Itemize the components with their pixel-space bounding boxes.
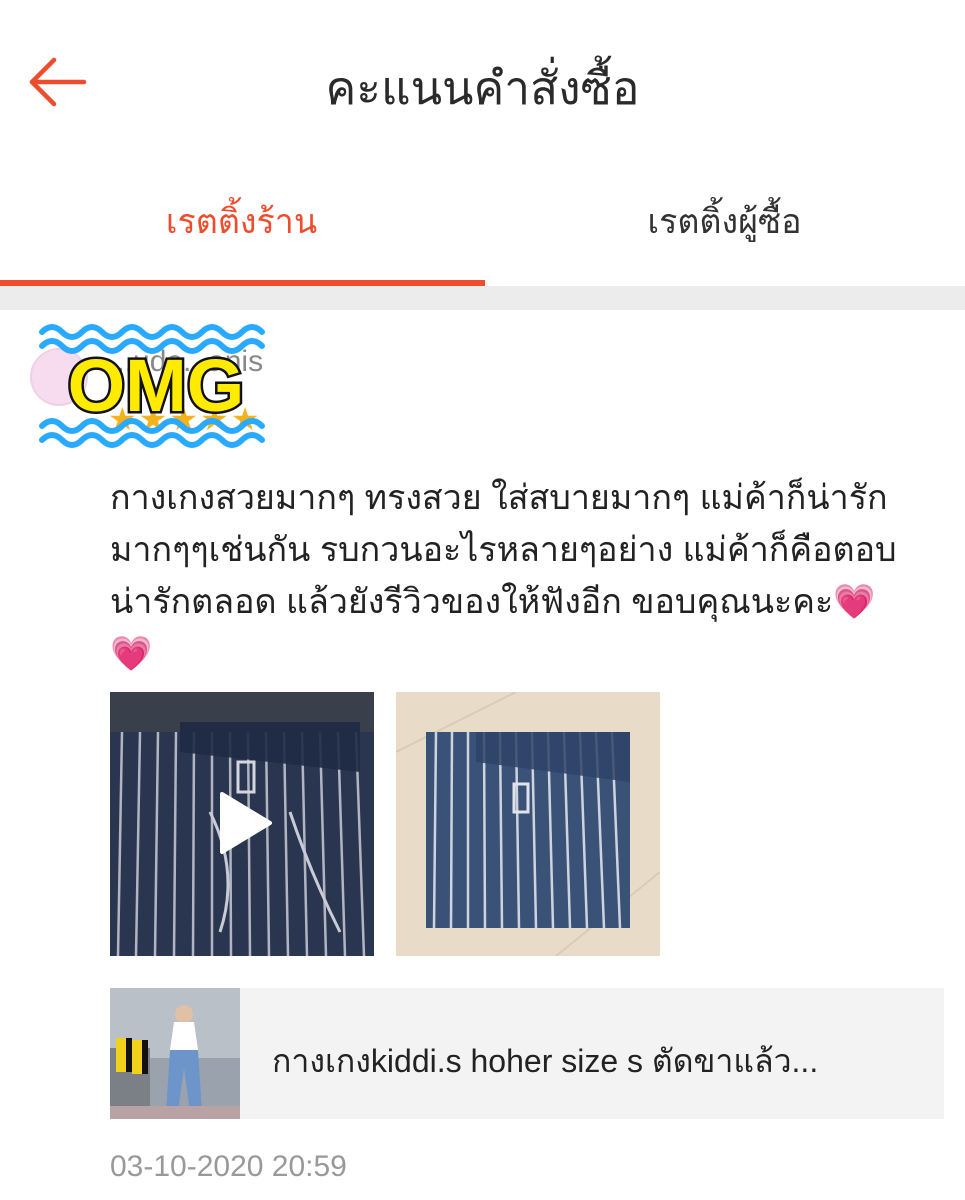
review-timestamp: 03-10-2020 20:59 — [110, 1150, 347, 1183]
star-rating: ★★★★★ — [108, 401, 262, 437]
avatar[interactable] — [30, 348, 88, 406]
reviewer-name: ...ude...anis — [108, 345, 264, 378]
rating-tabs: เรตติ้งร้าน เรตติ้งผู้ซื้อ — [0, 170, 965, 286]
heart-emoji: 💗 — [833, 583, 876, 621]
review-line: น่ารักตลอด แล้วยังรีวิวของให้ฟังอีก ขอบค… — [110, 583, 876, 621]
heart-emoji: 💗 — [110, 635, 153, 673]
product-card[interactable]: กางเกงkiddi.s hoher size s ตัดขาแล้ว... — [110, 988, 944, 1119]
section-divider — [0, 286, 965, 310]
page-title: คะแนนคำสั่งซื้อ — [325, 62, 640, 114]
review-photo[interactable] — [396, 692, 660, 956]
review-comment: กางเกงสวยมากๆ ทรงสวย ใส่สบายมากๆ แม่ค้าก… — [110, 472, 930, 680]
app-header: คะแนนคำสั่งซื้อ — [0, 0, 965, 170]
tab-shop-rating[interactable]: เรตติ้งร้าน — [0, 170, 483, 286]
play-icon[interactable] — [214, 790, 274, 856]
tab-buyer-rating[interactable]: เรตติ้งผู้ซื้อ — [483, 170, 965, 286]
product-thumbnail — [110, 988, 240, 1119]
review-line: มากๆๆเช่นกัน รบกวนอะไรหลายๆอย่าง แม่ค้าก… — [110, 531, 897, 569]
product-name: กางเกงkiddi.s hoher size s ตัดขาแล้ว... — [272, 1043, 819, 1079]
review-video-thumbnail[interactable] — [110, 692, 374, 956]
review-line: กางเกงสวยมากๆ ทรงสวย ใส่สบายมากๆ แม่ค้าก… — [110, 479, 888, 517]
